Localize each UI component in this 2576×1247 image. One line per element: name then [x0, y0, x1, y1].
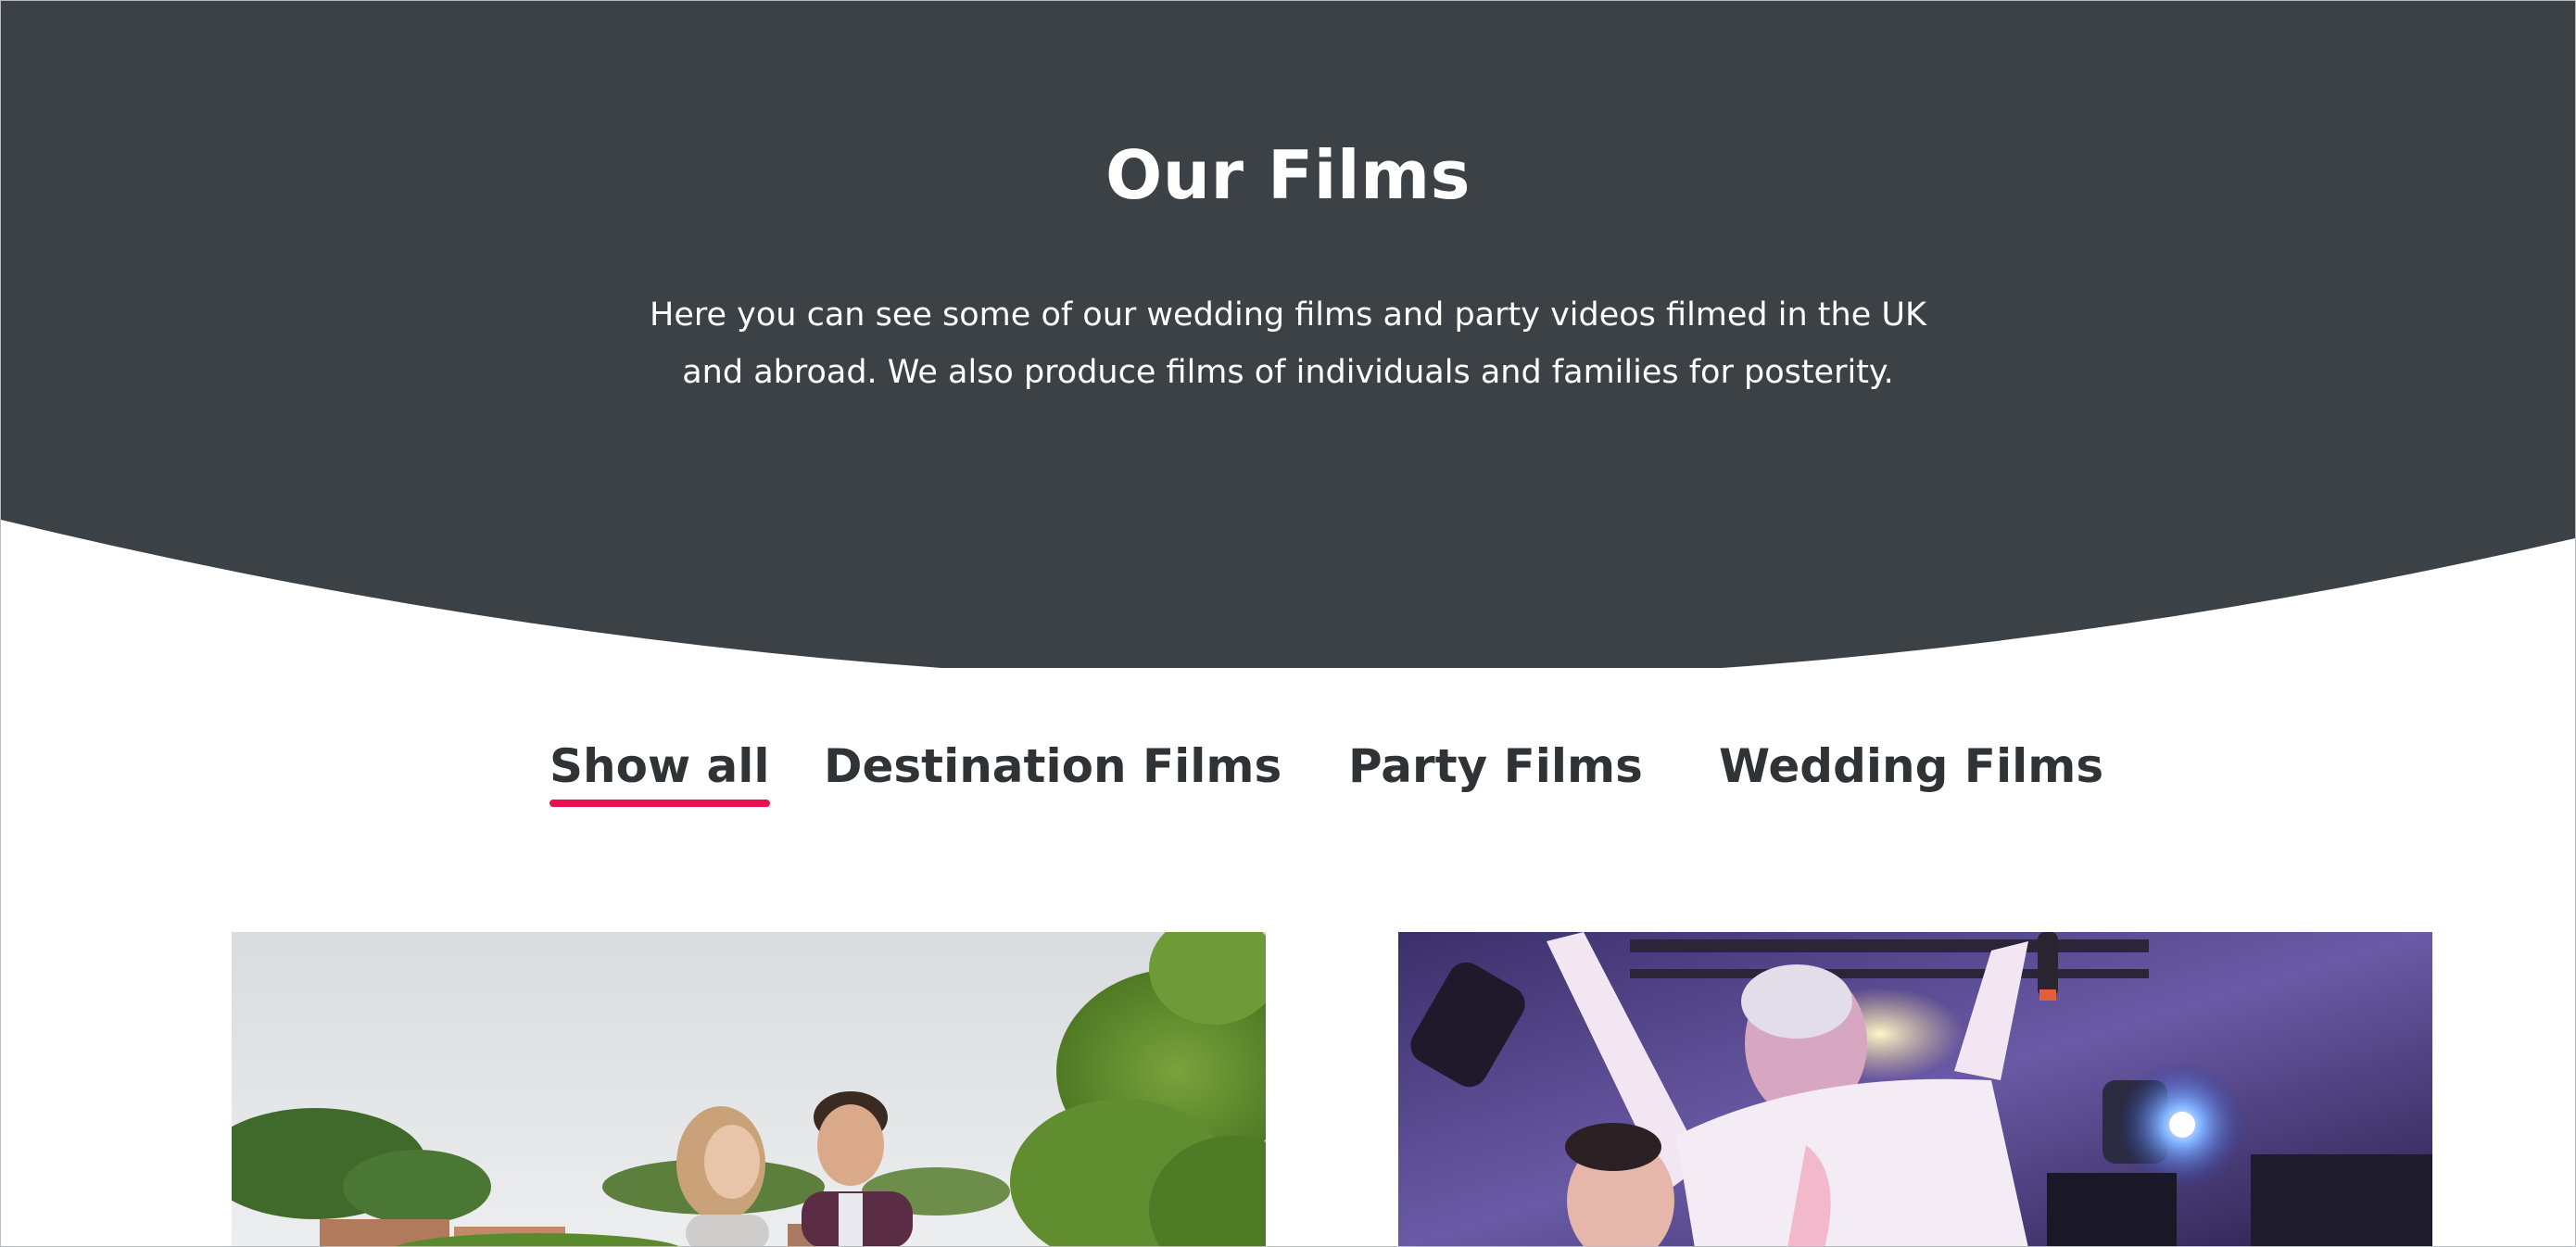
man-celebrating-at-party-photo [1398, 932, 2432, 1246]
film-card[interactable] [1398, 932, 2432, 1246]
hero-description-line-2: and abroad. We also produce films of ind… [682, 354, 1894, 391]
filter-wedding-films[interactable]: Wedding Films [1719, 733, 2103, 800]
hero-description: Here you can see some of our wedding fil… [631, 286, 1945, 401]
filter-destination-films[interactable]: Destination Films [824, 733, 1282, 800]
filter-show-all[interactable]: Show all [549, 733, 770, 807]
film-card[interactable] [232, 932, 1266, 1246]
filter-party-films[interactable]: Party Films [1348, 733, 1643, 800]
hero-description-line-1: Here you can see some of our wedding fil… [650, 296, 1926, 334]
film-category-filters: Show all Destination Films Party Films W… [1, 733, 2575, 807]
page-title: Our Films [1105, 136, 1471, 214]
couple-in-vineyard-photo [232, 932, 1266, 1246]
hero-section: Our Films Here you can see some of our w… [1, 1, 2575, 668]
films-page: Our Films Here you can see some of our w… [0, 0, 2576, 1247]
